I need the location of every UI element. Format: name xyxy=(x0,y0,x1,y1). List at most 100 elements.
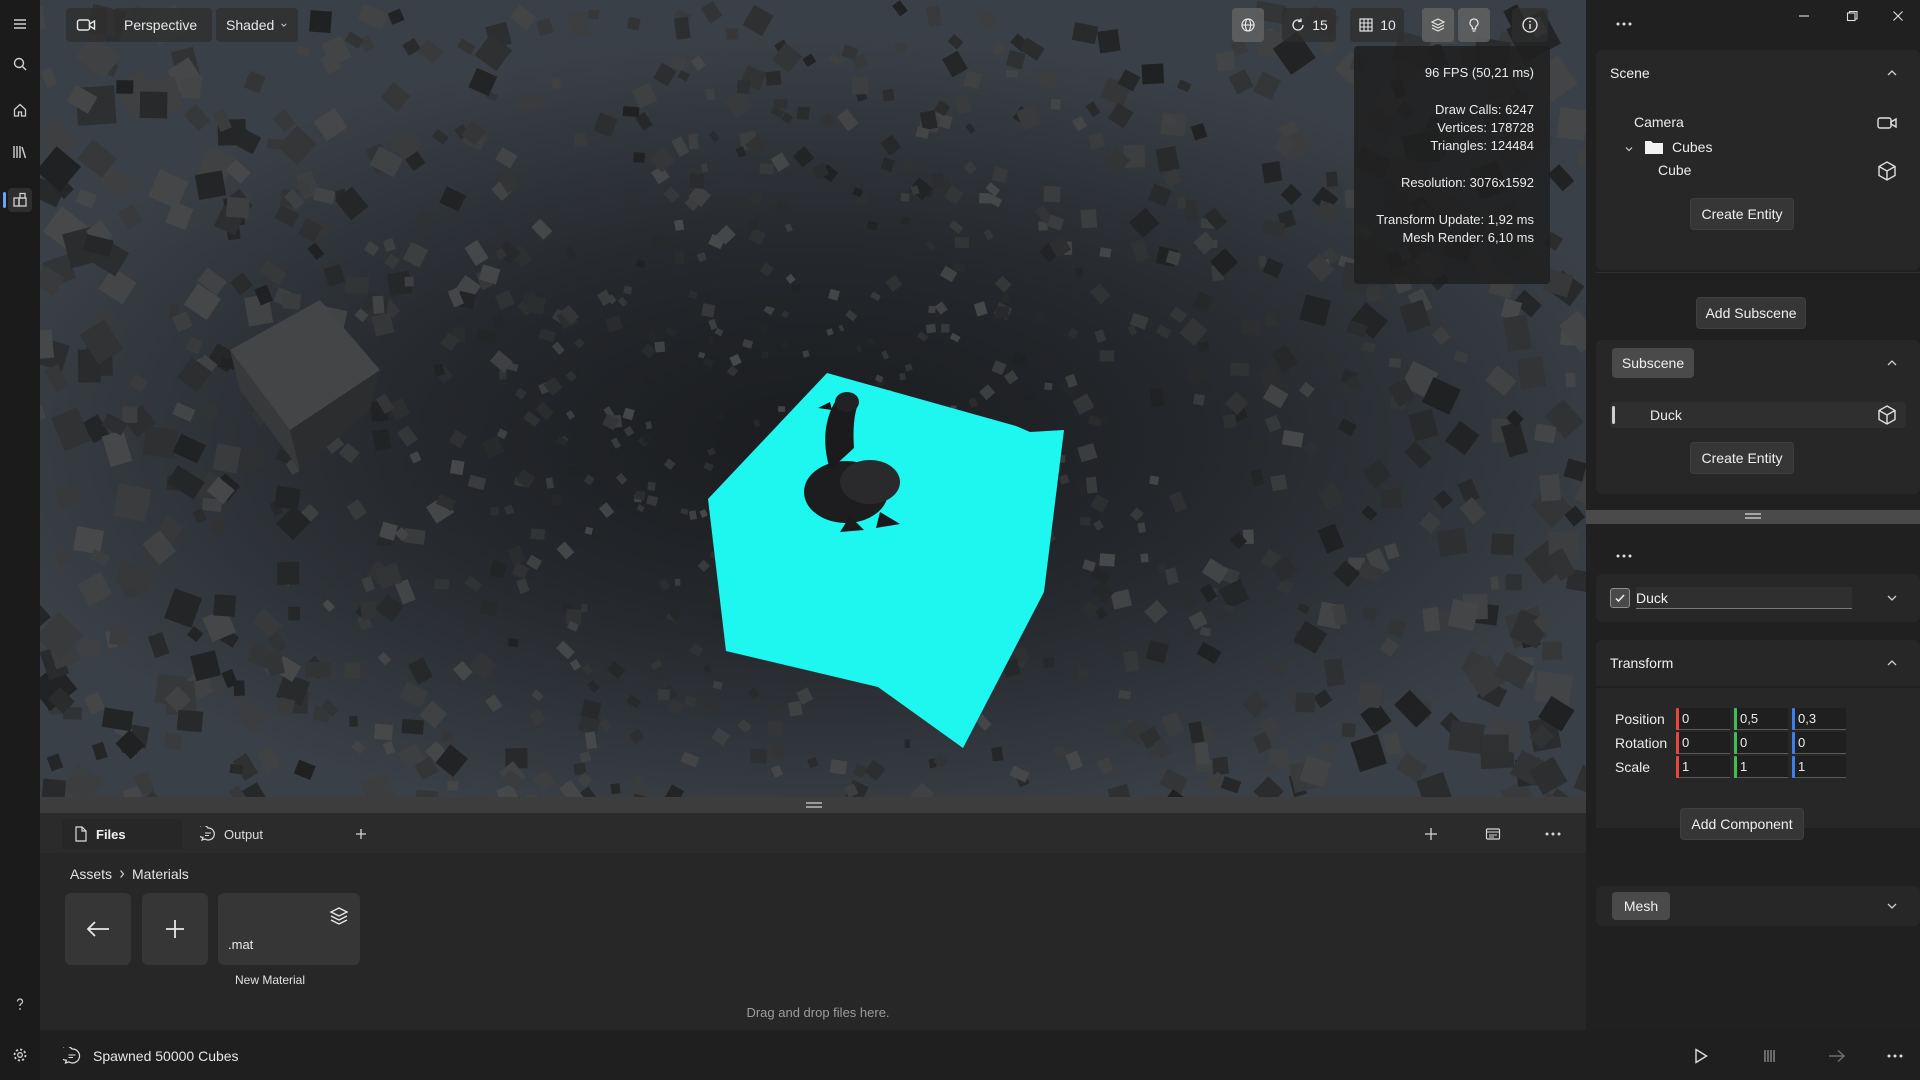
camera-toggle-button[interactable] xyxy=(66,8,106,42)
axis-color-bar xyxy=(1792,732,1795,754)
info-icon[interactable] xyxy=(1512,8,1548,42)
create-entity-button[interactable]: Create Entity xyxy=(1690,442,1794,474)
lightbulb-icon[interactable] xyxy=(1458,8,1490,42)
minimize-icon[interactable] xyxy=(1786,4,1822,28)
transform-scale-x-field[interactable]: 1 xyxy=(1676,756,1730,778)
pause-icon[interactable] xyxy=(1757,1044,1781,1068)
background-cube xyxy=(1110,589,1133,610)
viewport-splitter[interactable] xyxy=(40,797,1586,813)
menu-icon[interactable] xyxy=(8,12,32,36)
add-file-tile[interactable] xyxy=(142,893,208,965)
chevron-down-icon[interactable] xyxy=(1624,144,1634,154)
background-cube xyxy=(826,328,834,336)
add-subscene-button[interactable]: Add Subscene xyxy=(1696,297,1806,329)
more-icon[interactable] xyxy=(1540,821,1566,847)
new-file-icon[interactable] xyxy=(1418,821,1444,847)
background-cube xyxy=(1123,650,1139,673)
tree-item-cubes[interactable]: Cubes xyxy=(1644,138,1712,156)
layers-icon[interactable] xyxy=(1422,8,1454,42)
transform-scale-y-field[interactable]: 1 xyxy=(1734,756,1788,778)
back-tile[interactable] xyxy=(65,893,131,965)
tree-item-camera[interactable]: Camera xyxy=(1634,114,1684,130)
scene-viewport[interactable]: Perspective Shaded 15 10 96 FPS (50,21 m… xyxy=(40,0,1586,797)
background-cube xyxy=(606,660,626,679)
background-cube xyxy=(1317,523,1345,554)
subscene-item-duck[interactable]: Duck xyxy=(1610,402,1906,428)
library-icon[interactable] xyxy=(8,140,32,164)
transform-scale-z-field[interactable]: 1 xyxy=(1792,756,1846,778)
search-icon[interactable] xyxy=(8,52,32,76)
inspector-menu-icon[interactable] xyxy=(1606,544,1642,568)
chevron-up-icon[interactable] xyxy=(1884,355,1900,371)
background-cube xyxy=(293,759,316,780)
add-component-button[interactable]: Add Component xyxy=(1680,808,1804,840)
subscene-title[interactable]: Subscene xyxy=(1612,348,1694,378)
background-cube xyxy=(910,782,935,797)
grid-snap-button[interactable]: 10 xyxy=(1350,8,1404,42)
help-icon[interactable] xyxy=(8,992,32,1016)
restore-icon[interactable] xyxy=(1834,4,1870,28)
cube-icon xyxy=(1878,405,1896,425)
tab-output[interactable]: Output xyxy=(188,819,328,849)
background-cube xyxy=(629,728,645,744)
background-cube xyxy=(792,146,815,168)
transform-rotation-z-field[interactable]: 0 xyxy=(1792,732,1846,754)
background-cube xyxy=(867,337,876,345)
transform-position-y-field[interactable]: 0,5 xyxy=(1734,708,1788,730)
editor-icon[interactable] xyxy=(8,188,32,212)
entity-name-field[interactable]: Duck xyxy=(1636,587,1852,609)
background-cube xyxy=(183,104,211,132)
globe-icon[interactable] xyxy=(1232,8,1264,42)
background-cube xyxy=(1058,474,1070,485)
background-cube xyxy=(1379,637,1400,658)
panel-splitter[interactable] xyxy=(1586,510,1920,524)
chevron-down-icon[interactable] xyxy=(1884,590,1900,606)
more-icon[interactable] xyxy=(1883,1044,1907,1068)
transform-rotation-x-field[interactable]: 0 xyxy=(1676,732,1730,754)
view-toggle-icon[interactable] xyxy=(1480,821,1506,847)
transform-header[interactable]: Transform xyxy=(1596,640,1920,686)
tree-item-cube[interactable]: Cube xyxy=(1658,162,1691,178)
breadcrumb-assets[interactable]: Assets xyxy=(70,866,112,882)
add-tab-icon[interactable] xyxy=(348,821,374,847)
transform-position-x-field[interactable]: 0 xyxy=(1676,708,1730,730)
scene-header[interactable]: Scene xyxy=(1596,50,1920,96)
play-icon[interactable] xyxy=(1689,1044,1713,1068)
background-cube xyxy=(448,429,468,449)
chevron-down-icon[interactable] xyxy=(1884,898,1900,914)
background-cube xyxy=(485,694,503,713)
background-cube xyxy=(726,27,739,40)
shading-dropdown[interactable]: Shaded xyxy=(216,8,298,42)
background-cube xyxy=(645,421,653,430)
material-file-tile[interactable]: .mat xyxy=(218,893,360,965)
background-cube xyxy=(101,707,134,732)
close-icon[interactable] xyxy=(1880,4,1916,28)
background-cube xyxy=(533,770,555,793)
breadcrumb-materials[interactable]: Materials xyxy=(132,866,189,882)
step-forward-icon[interactable] xyxy=(1825,1044,1849,1068)
create-entity-button[interactable]: Create Entity xyxy=(1690,198,1794,230)
projection-dropdown[interactable]: Perspective xyxy=(114,8,212,42)
background-cube xyxy=(1145,640,1169,664)
tab-files[interactable]: Files xyxy=(62,819,182,849)
rotate-snap-button[interactable]: 15 xyxy=(1282,8,1336,42)
background-cube xyxy=(1079,516,1091,526)
entity-enabled-checkbox[interactable] xyxy=(1610,588,1630,608)
background-cube xyxy=(565,410,575,420)
home-icon[interactable] xyxy=(8,98,32,122)
resolution-stat: Resolution: 3076x1592 xyxy=(1401,175,1534,190)
transform-rotation-y-field[interactable]: 0 xyxy=(1734,732,1788,754)
panel-menu-icon[interactable] xyxy=(1606,12,1642,36)
activity-bar xyxy=(0,0,40,1080)
background-cube xyxy=(194,170,227,200)
settings-icon[interactable] xyxy=(8,1043,32,1067)
background-cube xyxy=(351,740,366,755)
mesh-title[interactable]: Mesh xyxy=(1612,892,1670,920)
background-cube xyxy=(1109,722,1122,735)
background-cube xyxy=(726,365,739,377)
background-cube xyxy=(535,401,554,421)
background-cube xyxy=(1416,772,1455,797)
background-cube xyxy=(759,163,774,175)
background-cube xyxy=(1199,583,1218,603)
transform-position-z-field[interactable]: 0,3 xyxy=(1792,708,1846,730)
